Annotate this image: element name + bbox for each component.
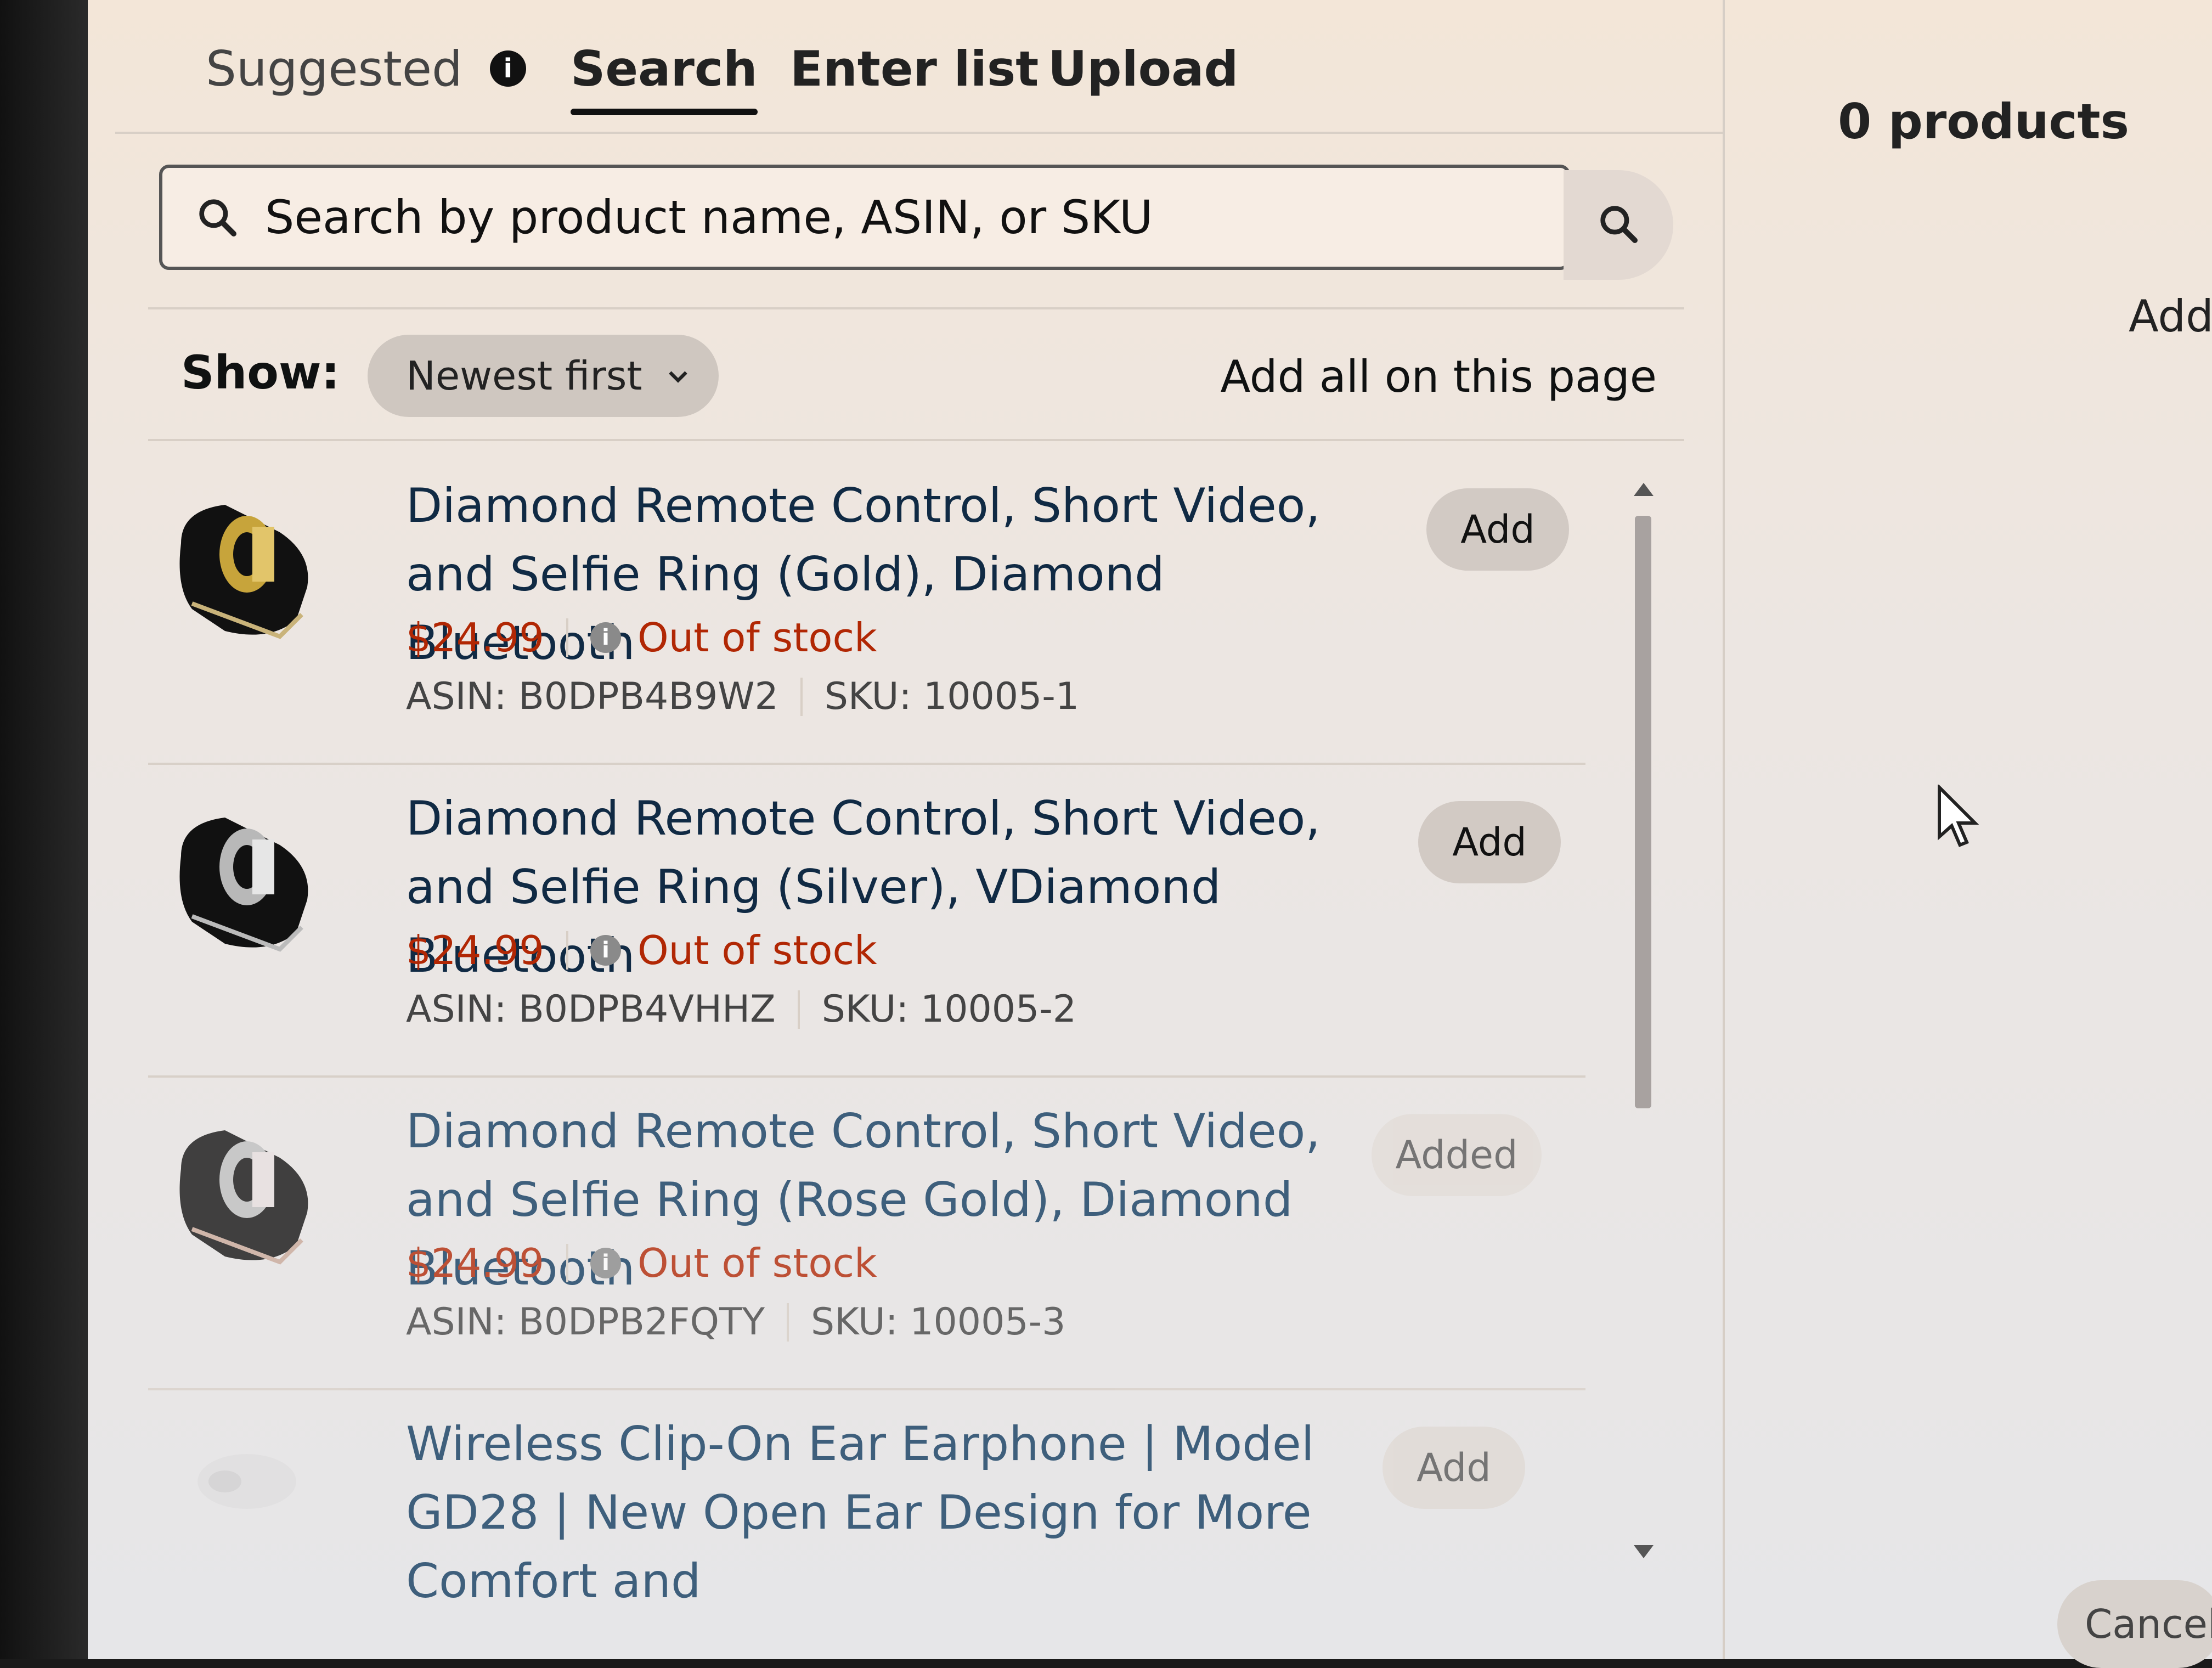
scroll-down-arrow-icon[interactable] xyxy=(1634,1545,1654,1558)
show-label: Show: xyxy=(181,346,340,399)
tab-upload[interactable]: Upload xyxy=(1048,27,1238,110)
price-row: $24.99 i Out of stock xyxy=(406,1240,877,1286)
tab-enter-list-label: Enter list xyxy=(790,40,1039,97)
search-box xyxy=(159,165,1570,270)
product-asin: ASIN: B0DPB4VHHZ xyxy=(406,988,776,1031)
divider xyxy=(566,1244,568,1282)
search-row xyxy=(148,159,1684,309)
divider xyxy=(787,1303,789,1342)
search-button-icon xyxy=(1596,202,1640,248)
product-thumbnail xyxy=(170,1416,324,1580)
id-row: ASIN: B0DPB4VHHZ SKU: 10005-2 xyxy=(406,988,1076,1031)
product-sku: SKU: 10005-2 xyxy=(821,988,1077,1031)
search-icon xyxy=(193,193,242,242)
product-price: $24.99 xyxy=(406,615,544,661)
product-row: Diamond Remote Control, Short Video, and… xyxy=(148,1081,1585,1390)
product-thumbnail xyxy=(170,1114,324,1278)
stock-status: Out of stock xyxy=(637,1240,877,1286)
monitor-bezel xyxy=(0,0,88,1659)
product-asin: ASIN: B0DPB4B9W2 xyxy=(406,675,778,718)
list-scrollbar[interactable] xyxy=(1624,483,1662,1558)
divider xyxy=(566,931,568,970)
product-sku: SKU: 10005-3 xyxy=(811,1300,1066,1344)
product-price: $24.99 xyxy=(406,1240,544,1286)
product-list: Diamond Remote Control, Short Video, and… xyxy=(148,455,1684,1608)
id-row: ASIN: B0DPB2FQTY SKU: 10005-3 xyxy=(406,1300,1065,1344)
tab-upload-label: Upload xyxy=(1048,40,1239,97)
cancel-button[interactable]: Cancel xyxy=(2057,1580,2212,1668)
product-picker-panel: Suggested i Search Enter list Upload Sea… xyxy=(115,0,1725,1659)
tab-search[interactable]: Search xyxy=(571,27,758,115)
info-icon: i xyxy=(590,935,621,966)
scrollbar-thumb[interactable] xyxy=(1635,516,1651,1108)
add-all-on-page-link[interactable]: Add all on this page xyxy=(1220,351,1657,402)
divider xyxy=(800,677,803,716)
tab-search-label: Search xyxy=(571,40,758,97)
sort-selected-value: Newest first xyxy=(406,353,642,399)
chevron-down-icon xyxy=(664,362,692,390)
product-asin: ASIN: B0DPB2FQTY xyxy=(406,1300,765,1344)
search-button[interactable] xyxy=(1564,170,1673,280)
stock-status: Out of stock xyxy=(637,615,877,661)
price-row: $24.99 i Out of stock xyxy=(406,927,877,973)
add-product-button[interactable]: Add xyxy=(1383,1427,1525,1509)
tab-suggested-label: Suggested xyxy=(206,40,462,97)
product-sku: SKU: 10005-1 xyxy=(824,675,1080,718)
add-product-button[interactable]: Add xyxy=(1426,488,1569,571)
product-row: Diamond Remote Control, Short Video, and… xyxy=(148,768,1585,1078)
sort-row: Show: Newest first Add all on this page xyxy=(148,318,1684,441)
info-icon[interactable]: i xyxy=(489,50,526,87)
mouse-cursor-icon xyxy=(1937,783,1980,850)
stock-status: Out of stock xyxy=(637,927,877,973)
divider xyxy=(566,618,568,657)
info-icon: i xyxy=(590,622,621,653)
add-product-button[interactable]: Add xyxy=(1418,801,1561,883)
screen: Suggested i Search Enter list Upload Sea… xyxy=(88,0,2212,1668)
added-product-button: Added xyxy=(1372,1114,1542,1196)
selected-products-count: 0 products xyxy=(1838,93,2129,150)
tab-enter-list[interactable]: Enter list xyxy=(790,27,1039,110)
scroll-up-arrow-icon[interactable] xyxy=(1634,483,1654,496)
right-add-label: Add xyxy=(2129,291,2212,342)
divider xyxy=(797,990,800,1029)
price-row: $24.99 i Out of stock xyxy=(406,615,877,661)
product-row: Diamond Remote Control, Short Video, and… xyxy=(148,455,1585,765)
product-price: $24.99 xyxy=(406,927,544,973)
tab-suggested[interactable]: Suggested i xyxy=(206,27,526,110)
product-thumbnail xyxy=(170,801,324,966)
product-row: Wireless Clip-On Ear Earphone | Model GD… xyxy=(148,1394,1585,1608)
id-row: ASIN: B0DPB4B9W2 SKU: 10005-1 xyxy=(406,675,1079,718)
selected-products-panel: 0 products Add Cancel xyxy=(1728,0,2212,1668)
search-input[interactable] xyxy=(264,190,1473,245)
product-title[interactable]: Wireless Clip-On Ear Earphone | Model GD… xyxy=(406,1410,1339,1608)
tab-bar: Suggested i Search Enter list Upload xyxy=(115,0,1723,134)
info-icon: i xyxy=(590,1248,621,1278)
product-thumbnail xyxy=(170,488,324,653)
sort-dropdown[interactable]: Newest first xyxy=(368,335,719,417)
